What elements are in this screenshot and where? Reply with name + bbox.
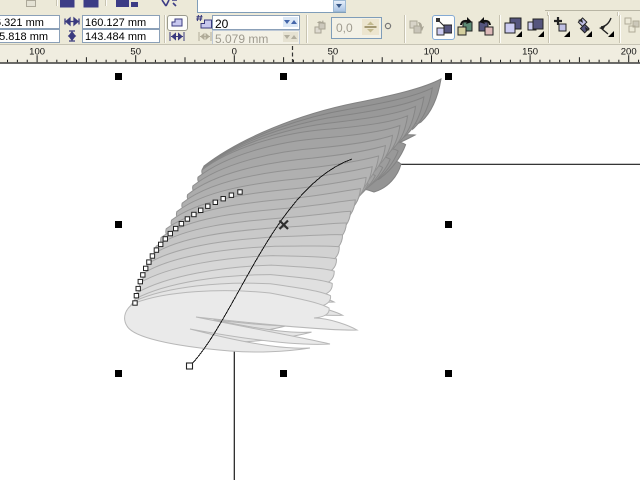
svg-text:200: 200	[621, 47, 637, 58]
svg-text:50: 50	[328, 47, 339, 58]
svg-text:50: 50	[130, 47, 141, 58]
svg-text:100: 100	[29, 47, 45, 58]
svg-text:0: 0	[232, 47, 237, 58]
svg-text:150: 150	[522, 47, 538, 58]
svg-text:100: 100	[424, 47, 440, 58]
